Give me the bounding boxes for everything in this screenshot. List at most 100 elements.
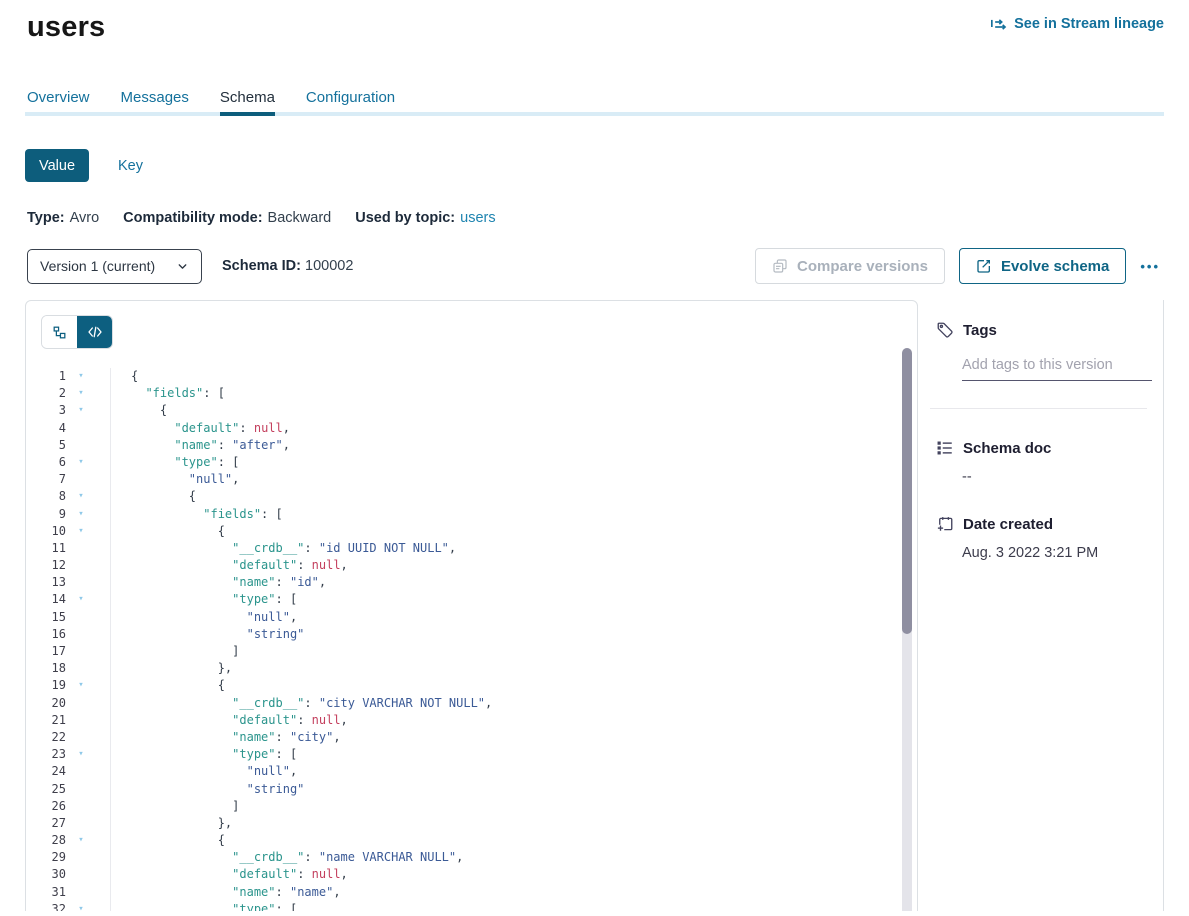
code-line: 11 "__crdb__": "id UUID NOT NULL", <box>26 540 917 557</box>
code-text: "default": null, <box>111 557 348 574</box>
fold-spacer <box>66 557 96 574</box>
tab-configuration[interactable]: Configuration <box>306 89 395 112</box>
token-p: { <box>189 489 196 503</box>
token-s: "id" <box>290 575 319 589</box>
sidebar-divider <box>930 408 1147 409</box>
code-line: 5 "name": "after", <box>26 437 917 454</box>
version-select[interactable]: Version 1 (current) <box>27 249 202 284</box>
compare-versions-button[interactable]: Compare versions <box>755 248 945 284</box>
tab-schema[interactable]: Schema <box>220 89 275 112</box>
fold-toggle-icon[interactable]: ▾ <box>66 454 96 471</box>
code-line: 7 "null", <box>26 471 917 488</box>
token-k: "name" <box>232 730 275 744</box>
token-p: : [ <box>203 386 225 400</box>
line-number: 12 <box>26 557 66 574</box>
line-number: 18 <box>26 660 66 677</box>
token-p: : <box>297 867 311 881</box>
code-view-button[interactable] <box>77 316 112 348</box>
tags-section-header: Tags <box>936 321 1149 339</box>
gutter: 31 <box>26 884 111 901</box>
fold-toggle-icon[interactable]: ▾ <box>66 832 96 849</box>
tab-overview[interactable]: Overview <box>27 89 90 112</box>
fold-toggle-icon[interactable]: ▾ <box>66 677 96 694</box>
line-number: 4 <box>26 420 66 437</box>
date-created-section: Date created Aug. 3 2022 3:21 PM <box>936 515 1149 561</box>
code-line: 27 }, <box>26 815 917 832</box>
code-editor[interactable]: 1▾{2▾ "fields": [3▾ {4 "default": null,5… <box>26 368 917 911</box>
value-tab-button[interactable]: Value <box>25 149 89 182</box>
code-text: "fields": [ <box>111 506 283 523</box>
fold-toggle-icon[interactable]: ▾ <box>66 591 96 608</box>
fold-toggle-icon[interactable]: ▾ <box>66 488 96 505</box>
more-actions-button[interactable]: ••• <box>1136 259 1164 274</box>
line-number: 24 <box>26 763 66 780</box>
token-s: "name" <box>290 885 333 899</box>
token-p: : [ <box>261 507 283 521</box>
gutter: 9▾ <box>26 506 111 523</box>
line-number: 26 <box>26 798 66 815</box>
line-number: 10 <box>26 523 66 540</box>
token-u: null <box>254 421 283 435</box>
evolve-schema-button[interactable]: Evolve schema <box>959 248 1126 284</box>
topic-link[interactable]: users <box>460 210 495 226</box>
fold-toggle-icon[interactable]: ▾ <box>66 901 96 911</box>
token-p: : [ <box>276 747 298 761</box>
controls-row: Version 1 (current) Schema ID: 100002 <box>27 248 1164 284</box>
token-k: "default" <box>232 713 297 727</box>
editor-view-toggle <box>41 315 113 349</box>
token-k: "fields" <box>145 386 203 400</box>
fold-toggle-icon[interactable]: ▾ <box>66 746 96 763</box>
fold-toggle-icon[interactable]: ▾ <box>66 523 96 540</box>
fold-spacer <box>66 695 96 712</box>
token-s: "null" <box>189 472 232 486</box>
fold-toggle-icon[interactable]: ▾ <box>66 368 96 385</box>
code-text: "name": "id", <box>111 574 326 591</box>
code-line: 1▾{ <box>26 368 917 385</box>
token-k: "type" <box>174 455 217 469</box>
line-number: 6 <box>26 454 66 471</box>
code-text: "type": [ <box>111 591 297 608</box>
gutter: 6▾ <box>26 454 111 471</box>
code-text: { <box>111 523 225 540</box>
token-u: null <box>312 867 341 881</box>
token-p: : [ <box>276 592 298 606</box>
token-s: "null" <box>247 764 290 778</box>
token-k: "default" <box>232 867 297 881</box>
fold-toggle-icon[interactable]: ▾ <box>66 506 96 523</box>
gutter: 2▾ <box>26 385 111 402</box>
code-text: "string" <box>111 626 304 643</box>
line-number: 17 <box>26 643 66 660</box>
fold-toggle-icon[interactable]: ▾ <box>66 385 96 402</box>
token-s: "null" <box>247 610 290 624</box>
line-number: 3 <box>26 402 66 419</box>
meta-value: Avro <box>70 210 100 226</box>
gutter: 8▾ <box>26 488 111 505</box>
fold-toggle-icon[interactable]: ▾ <box>66 402 96 419</box>
line-number: 29 <box>26 849 66 866</box>
meta-value: Backward <box>268 210 332 226</box>
line-number: 23 <box>26 746 66 763</box>
token-p: : [ <box>218 455 240 469</box>
editor-scrollbar-thumb[interactable] <box>902 348 912 634</box>
line-number: 2 <box>26 385 66 402</box>
code-line: 24 "null", <box>26 763 917 780</box>
code-line: 26 ] <box>26 798 917 815</box>
code-text: "__crdb__": "city VARCHAR NOT NULL", <box>111 695 492 712</box>
token-p: { <box>160 403 167 417</box>
gutter: 30 <box>26 866 111 883</box>
gutter: 29 <box>26 849 111 866</box>
token-p: , <box>232 472 239 486</box>
tree-view-button[interactable] <box>42 316 77 348</box>
code-line: 30 "default": null, <box>26 866 917 883</box>
tab-bar: Overview Messages Schema Configuration <box>27 89 1189 112</box>
stream-lineage-link[interactable]: See in Stream lineage <box>990 16 1164 32</box>
key-tab-button[interactable]: Key <box>112 157 149 175</box>
add-tags-input[interactable] <box>962 354 1152 381</box>
code-text: { <box>111 402 167 419</box>
code-text: }, <box>111 815 232 832</box>
fold-spacer <box>66 609 96 626</box>
token-p: , <box>456 850 463 864</box>
tab-messages[interactable]: Messages <box>121 89 189 112</box>
gutter: 4 <box>26 420 111 437</box>
line-number: 14 <box>26 591 66 608</box>
